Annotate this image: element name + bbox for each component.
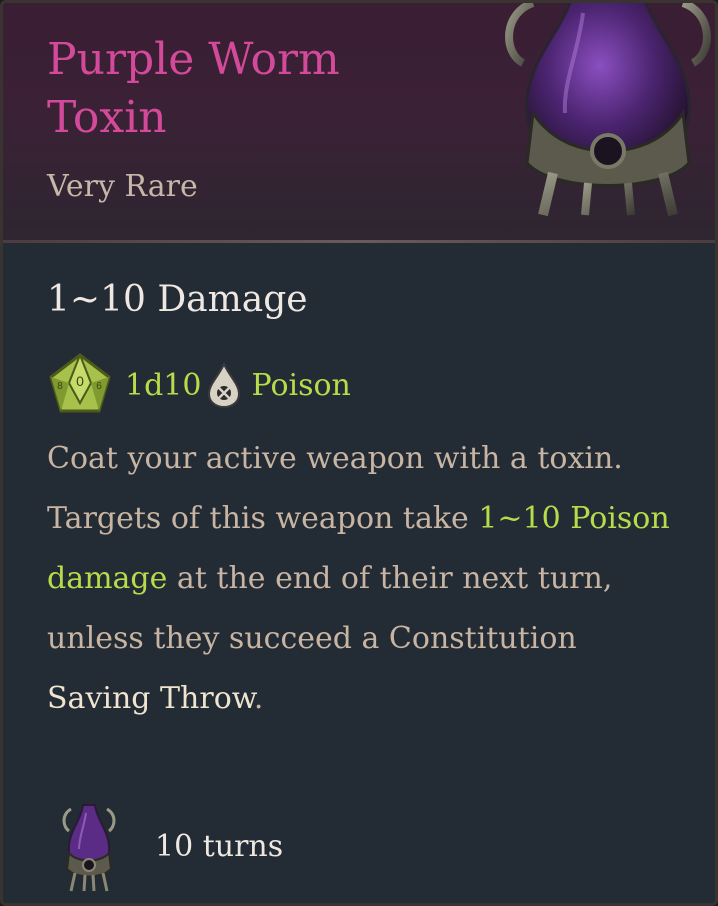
toxin-bottle-art-icon (505, 3, 711, 217)
svg-text:8: 8 (57, 381, 63, 392)
damage-dice: 1d10 (125, 367, 202, 403)
damage-heading: 1~10 Damage (47, 279, 308, 320)
svg-text:0: 0 (76, 373, 84, 389)
item-name: Purple Worm Toxin (47, 34, 340, 143)
damage-dice-row: 0 8 6 1d10 Poison (47, 353, 351, 417)
damage-type: Poison (251, 367, 351, 403)
duration-text: 10 turns (155, 829, 284, 864)
item-description: Coat your active weapon with a toxin. Ta… (47, 429, 687, 729)
poison-drop-icon (208, 362, 241, 408)
toxin-bottle-icon (62, 804, 116, 892)
item-rarity: Very Rare (47, 169, 198, 204)
item-tooltip: Purple Worm Toxin Very Rare 1~10 Damage (0, 0, 718, 906)
d10-die-icon: 0 8 6 (49, 353, 111, 413)
svg-text:6: 6 (96, 381, 102, 392)
saving-throw-link[interactable]: Saving Throw (47, 681, 254, 716)
description-text: . (253, 681, 264, 716)
